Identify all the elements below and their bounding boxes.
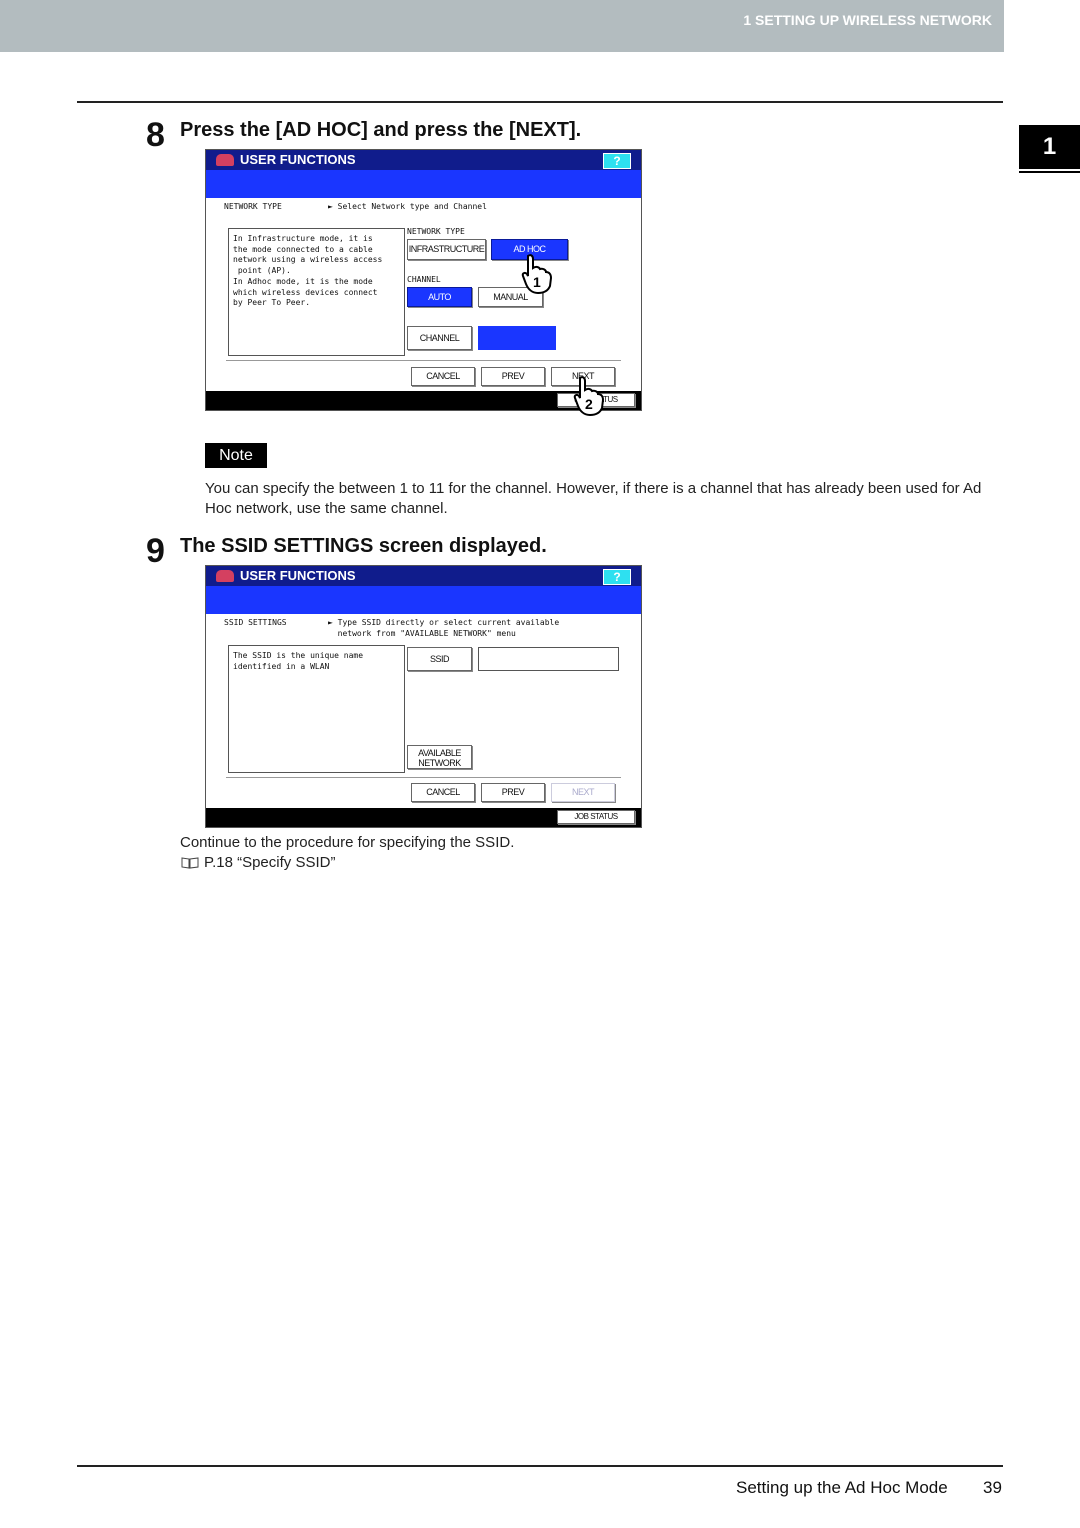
step-number: 9 [146, 532, 165, 570]
hand-pointer-icon: 1 [521, 254, 553, 294]
ssid-input[interactable] [478, 647, 619, 671]
cancel-button[interactable]: CANCEL [411, 367, 475, 386]
section-label: SSID SETTINGS [224, 618, 287, 627]
page-number: 39 [983, 1478, 1002, 1497]
help-button[interactable]: ? [603, 153, 631, 169]
ssid-settings-screen: USER FUNCTIONS? SSID SETTINGS ► Type SSI… [205, 565, 642, 828]
chapter-tab-underline [1019, 171, 1080, 173]
instruction: ► Type SSID directly or select current a… [328, 618, 560, 638]
user-functions-icon [216, 154, 234, 166]
screen-title: USER FUNCTIONS [240, 568, 356, 583]
callout-1: 1 [533, 274, 541, 290]
channel-button[interactable]: CHANNEL [407, 326, 472, 350]
continue-text: Continue to the procedure for specifying… [180, 834, 515, 851]
screen-band [206, 586, 641, 614]
screen-title: USER FUNCTIONS [240, 152, 356, 167]
description-text: In Infrastructure mode, it is the mode c… [233, 234, 383, 308]
divider [226, 360, 621, 361]
chapter-header-title: 1 SETTING UP WIRELESS NETWORK [743, 12, 992, 28]
next-button-disabled[interactable]: NEXT [551, 783, 615, 802]
step-title: The SSID SETTINGS screen displayed. [180, 535, 547, 557]
description-box: In Infrastructure mode, it is the mode c… [228, 228, 405, 356]
section-label: NETWORK TYPE [224, 202, 282, 211]
screen-title-bar: USER FUNCTIONS? [206, 566, 641, 586]
user-functions-icon [216, 570, 234, 582]
auto-button[interactable]: AUTO [407, 287, 472, 307]
step-title: Press the [AD HOC] and press the [NEXT]. [180, 119, 582, 141]
network-type-label: NETWORK TYPE [407, 227, 465, 236]
callout-2: 2 [585, 396, 593, 412]
screen-band [206, 170, 641, 198]
reference-link[interactable]: P.18 “Specify SSID” [204, 854, 335, 871]
channel-label: CHANNEL [407, 275, 441, 284]
hand-pointer-icon: 2 [573, 376, 605, 416]
infrastructure-button[interactable]: INFRASTRUCTURE [407, 239, 486, 260]
screen-title-bar: USER FUNCTIONS? [206, 150, 641, 170]
screen-footer: JOB STATUS [206, 808, 641, 827]
cancel-button[interactable]: CANCEL [411, 783, 475, 802]
bottom-rule [77, 1465, 1003, 1467]
chapter-tab: 1 [1019, 125, 1080, 169]
ssid-button[interactable]: SSID [407, 647, 472, 671]
divider [226, 777, 621, 778]
network-type-screen: USER FUNCTIONS? NETWORK TYPE ► Select Ne… [205, 149, 642, 416]
job-status-button[interactable]: JOB STATUS [557, 810, 635, 824]
prev-button[interactable]: PREV [481, 783, 545, 802]
description-box: The SSID is the unique name identified i… [228, 645, 405, 773]
channel-value-field[interactable] [478, 326, 556, 350]
instruction: ► Select Network type and Channel [328, 202, 487, 211]
footer-title: Setting up the Ad Hoc Mode [736, 1478, 948, 1497]
note-label: Note [205, 443, 267, 468]
available-network-button[interactable]: AVAILABLE NETWORK [407, 745, 472, 769]
step-number: 8 [146, 116, 165, 154]
prev-button[interactable]: PREV [481, 367, 545, 386]
top-rule [77, 101, 1003, 103]
note-text: You can specify the between 1 to 11 for … [205, 480, 982, 517]
help-button[interactable]: ? [603, 569, 631, 585]
description-text: The SSID is the unique name identified i… [233, 651, 364, 671]
manual-page: 1 SETTING UP WIRELESS NETWORK 1 8 Press … [0, 0, 1080, 1528]
book-icon [181, 857, 199, 869]
